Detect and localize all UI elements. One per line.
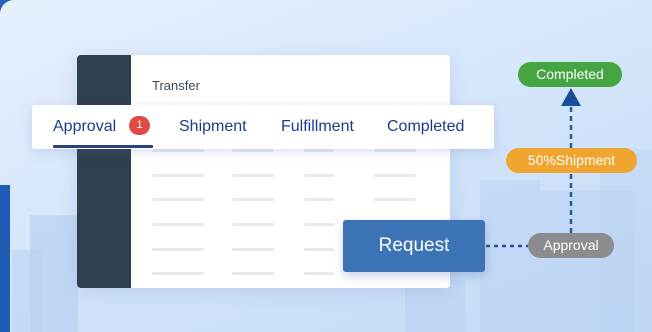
partial-shipment-status-pill: 50%Shipment [506, 148, 637, 173]
approval-status-pill: Approval [528, 233, 614, 258]
edge-accent [0, 185, 10, 332]
completed-status-pill: Completed [518, 62, 622, 87]
illustration-scene: Transfer Approval 1 Shipment Fulfillment… [0, 0, 652, 332]
arrow-up-icon [561, 88, 581, 106]
